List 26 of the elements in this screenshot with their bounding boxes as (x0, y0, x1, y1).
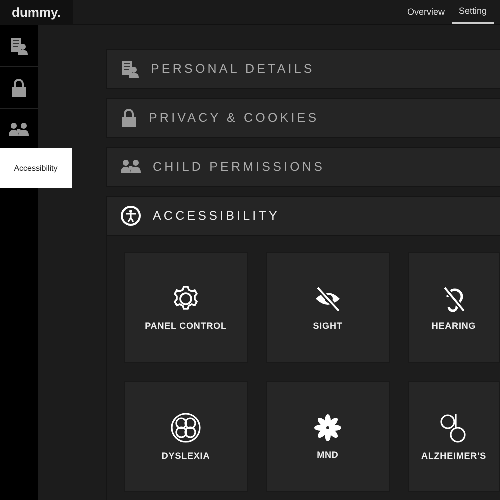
document-person-icon (10, 36, 28, 54)
section-title[interactable]: ACCESSIBILITY (153, 209, 280, 223)
lock-icon (121, 109, 137, 127)
gear-icon (172, 284, 200, 312)
document-person-icon (121, 60, 139, 78)
option-tile[interactable]: MND (266, 381, 390, 492)
eye-slash-icon (314, 284, 342, 312)
accessibility-icon (121, 206, 141, 226)
section-title[interactable]: PERSONAL DETAILS (151, 62, 315, 76)
nav-tab[interactable]: Setting (452, 0, 494, 24)
lock-icon (11, 78, 27, 96)
four-circles-icon (171, 412, 201, 442)
people-icon (121, 159, 141, 175)
flower-icon (314, 414, 342, 442)
logo: dummy. (0, 0, 73, 24)
linked-circles-icon (440, 412, 468, 442)
option-tile[interactable]: HEARING (408, 252, 500, 363)
nav-tab[interactable]: Overview (400, 0, 452, 24)
option-tile[interactable]: PANEL CONTROL (124, 252, 248, 363)
people-icon (9, 122, 29, 138)
section-title[interactable]: PRIVACY & COOKIES (149, 111, 320, 125)
sidebar-tooltip: Accessibility (0, 148, 72, 188)
option-tile[interactable]: DYSLEXIA (124, 381, 248, 492)
section-title[interactable]: CHILD PERMISSIONS (153, 160, 326, 174)
option-tile[interactable]: ALZHEIMER'S (408, 381, 500, 492)
option-tile[interactable]: SIGHT (266, 252, 390, 363)
